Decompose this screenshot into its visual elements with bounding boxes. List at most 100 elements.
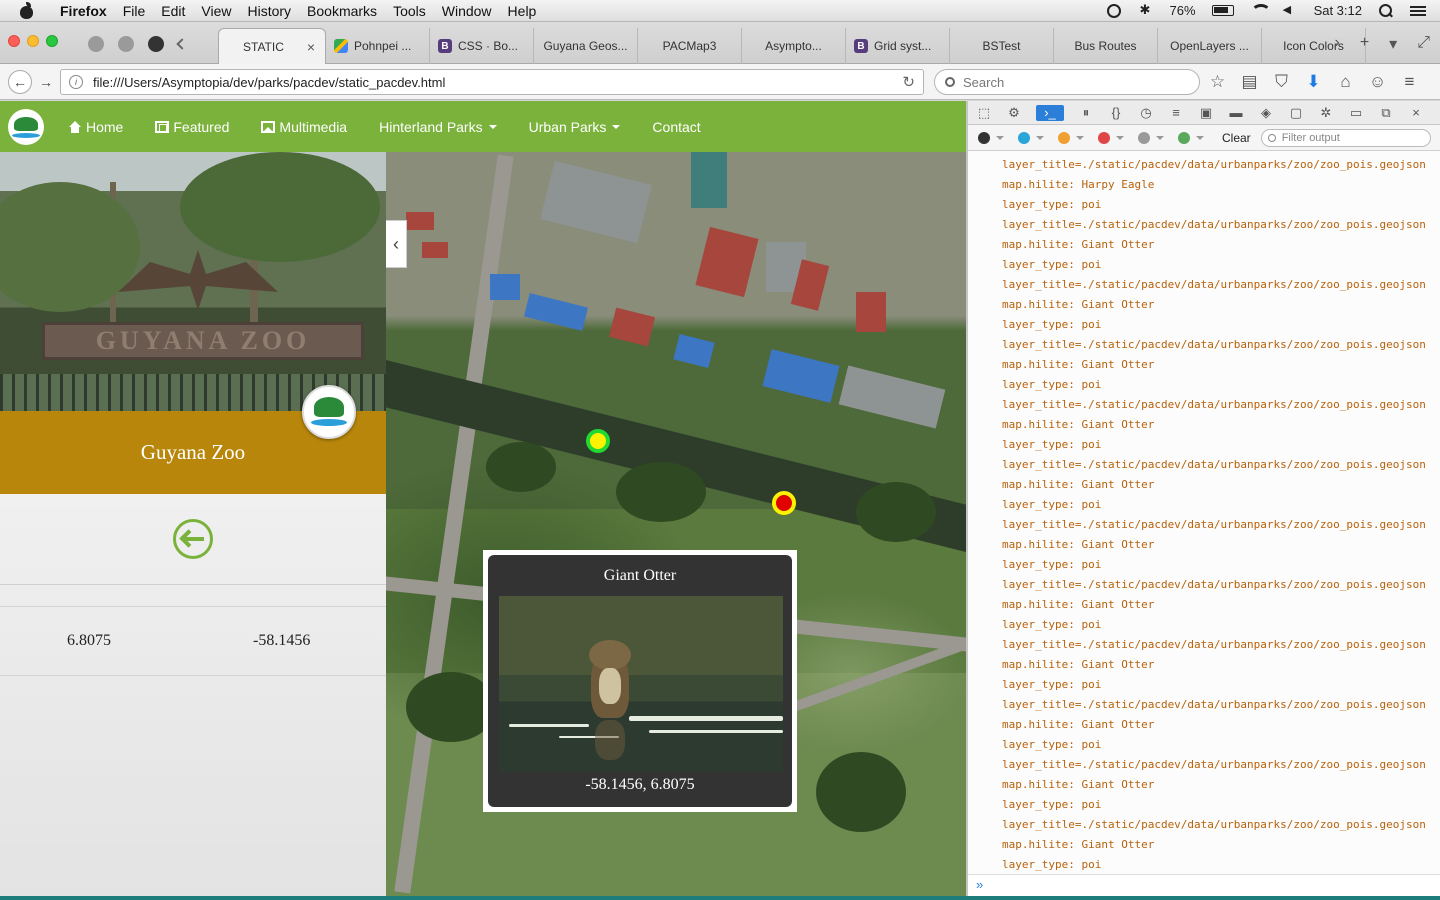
tab-bus-routes[interactable]: Bus Routes — [1054, 28, 1158, 64]
tab-scroll-right-icon[interactable]: › — [1334, 34, 1339, 54]
bookmark-star-icon[interactable]: ☆ — [1208, 72, 1227, 91]
nav-featured-link[interactable]: Featured — [155, 119, 229, 135]
filter-js-toggle[interactable] — [1058, 131, 1084, 144]
settings-icon[interactable]: ✲ — [1318, 105, 1334, 121]
screenshot-icon[interactable]: ▬ — [1228, 105, 1244, 121]
menu-edit[interactable]: Edit — [161, 3, 185, 19]
sidebar-collapse-button[interactable]: ‹ — [386, 220, 407, 268]
network-icon[interactable]: ≡ — [1168, 105, 1184, 121]
pocket-icon[interactable]: ⛉ — [1272, 72, 1291, 91]
bluetooth-icon[interactable] — [1138, 2, 1154, 18]
poi-popup-panel: Giant Otter -58.1456, 6.8075 — [488, 555, 792, 807]
toolbox-options-icon[interactable]: ⚙ — [1006, 105, 1022, 121]
tab-scroll-left-icon[interactable] — [176, 38, 188, 50]
tab-label: STATIC — [243, 39, 284, 54]
downloads-icon[interactable]: ⬇ — [1304, 72, 1323, 91]
tab-label: CSS · Bo... — [458, 39, 519, 53]
pinned-tab-globe-icon[interactable] — [88, 36, 104, 52]
menubar-clock[interactable]: Sat 3:12 — [1314, 3, 1362, 18]
tab-grid-system[interactable]: B Grid syst... — [846, 28, 950, 64]
menu-window[interactable]: Window — [442, 3, 492, 19]
performance-icon[interactable]: ◷ — [1138, 105, 1154, 121]
menu-file[interactable]: File — [123, 3, 146, 19]
url-text[interactable]: file:///Users/Asymptopia/dev/parks/pacde… — [93, 75, 445, 90]
menu-help[interactable]: Help — [508, 3, 537, 19]
console-log-line: layer_title=./static/pacdev/data/urbanpa… — [1002, 518, 1426, 531]
console-log-line: layer_type: poi — [1002, 798, 1102, 811]
window-minimize-button[interactable] — [27, 35, 39, 47]
console-tab-icon[interactable]: ›_ — [1036, 104, 1064, 121]
reading-list-icon[interactable]: ▤ — [1240, 72, 1259, 91]
map-building — [856, 292, 886, 332]
browser-tabbar: STATIC × Pohnpei ... B CSS · Bo... Guyan… — [0, 22, 1440, 64]
site-info-icon[interactable]: i — [69, 75, 83, 89]
poi-popup[interactable]: Giant Otter -58.1456, 6.8075 — [483, 550, 797, 812]
forward-button[interactable]: → — [34, 70, 58, 94]
park-brand-logo[interactable] — [8, 108, 44, 145]
back-arrow-icon[interactable] — [173, 519, 213, 559]
home-icon[interactable]: ⌂ — [1336, 72, 1355, 91]
undock-icon[interactable]: ⧉ — [1378, 105, 1394, 121]
menu-app-firefox[interactable]: Firefox — [60, 3, 107, 19]
close-devtools-icon[interactable]: × — [1408, 105, 1424, 121]
filter-server-toggle[interactable] — [1178, 131, 1204, 144]
wifi-icon[interactable] — [1250, 4, 1266, 18]
dock-bottom-icon[interactable]: ▭ — [1348, 105, 1364, 121]
apple-icon[interactable] — [18, 1, 36, 20]
tab-openlayers[interactable]: OpenLayers ... — [1158, 28, 1262, 64]
tab-css-bootstrap[interactable]: B CSS · Bo... — [430, 28, 534, 64]
pinned-tab-github-icon[interactable] — [148, 36, 164, 52]
pinned-tab-globe-icon-2[interactable] — [118, 36, 134, 52]
tab-static[interactable]: STATIC × — [218, 28, 326, 64]
nav-home-link[interactable]: Home — [68, 119, 123, 135]
console-filter-input[interactable]: Filter output — [1260, 128, 1431, 147]
console-clear-button[interactable]: Clear — [1222, 131, 1251, 145]
map-poi-marker-selected[interactable] — [772, 491, 796, 515]
filter-css-toggle[interactable] — [1018, 131, 1044, 144]
window-close-button[interactable] — [8, 35, 20, 47]
nav-hinterland-dropdown[interactable]: Hinterland Parks — [379, 119, 497, 135]
responsive-design-icon[interactable]: ▣ — [1198, 105, 1214, 121]
tab-guyana-geos[interactable]: Guyana Geos... — [534, 28, 638, 64]
hamburger-menu-icon[interactable]: ≡ — [1400, 72, 1419, 91]
inspector-pick-icon[interactable]: ⬚ — [976, 105, 992, 121]
menu-history[interactable]: History — [247, 3, 291, 19]
hello-chat-icon[interactable]: ☺ — [1368, 72, 1387, 91]
all-tabs-dropdown-icon[interactable]: ▾ — [1389, 34, 1397, 54]
pinned-tabs — [88, 36, 188, 52]
style-editor-icon[interactable]: {} — [1108, 105, 1124, 121]
filter-logging-toggle[interactable] — [1138, 131, 1164, 144]
console-input[interactable]: » — [968, 874, 1440, 896]
notification-center-icon[interactable] — [1410, 4, 1426, 18]
volume-icon[interactable] — [1282, 3, 1298, 18]
tab-pohnpei[interactable]: Pohnpei ... — [326, 28, 430, 64]
back-button[interactable]: ← — [8, 69, 32, 94]
search-input[interactable]: Search — [934, 69, 1200, 95]
fullscreen-icon[interactable]: ⤢ — [1417, 34, 1430, 54]
3d-view-icon[interactable]: ◈ — [1258, 105, 1274, 121]
tab-bstest[interactable]: BSTest — [950, 28, 1054, 64]
filter-security-toggle[interactable] — [1098, 131, 1124, 144]
new-tab-icon[interactable]: + — [1360, 34, 1369, 54]
menu-view[interactable]: View — [201, 3, 231, 19]
map-poi-marker[interactable] — [586, 429, 610, 453]
reload-icon[interactable]: ↻ — [902, 73, 915, 91]
nav-urban-dropdown[interactable]: Urban Parks — [529, 119, 621, 135]
spotlight-search-icon[interactable] — [1378, 3, 1394, 18]
window-zoom-button[interactable] — [46, 35, 58, 47]
nav-contact-link[interactable]: Contact — [652, 119, 700, 135]
satellite-map[interactable]: ‹ Giant Otter -58.1456, 6.8075 — [386, 152, 966, 896]
url-bar[interactable]: i file:///Users/Asymptopia/dev/parks/pac… — [60, 69, 924, 95]
tab-pacmap3[interactable]: PACMap3 — [638, 28, 742, 64]
menu-tools[interactable]: Tools — [393, 3, 426, 19]
debugger-icon[interactable]: ⏸ — [1078, 105, 1094, 121]
otter-reflection — [595, 720, 625, 760]
battery-icon[interactable] — [1211, 5, 1234, 16]
split-console-icon[interactable]: ▢ — [1288, 105, 1304, 121]
filter-net-toggle[interactable] — [978, 131, 1004, 144]
nav-multimedia-link[interactable]: Multimedia — [261, 119, 347, 135]
time-machine-icon[interactable] — [1106, 3, 1122, 18]
tab-close-icon[interactable]: × — [307, 39, 315, 55]
menu-bookmarks[interactable]: Bookmarks — [307, 3, 377, 19]
tab-asympto[interactable]: Asympto... — [742, 28, 846, 64]
